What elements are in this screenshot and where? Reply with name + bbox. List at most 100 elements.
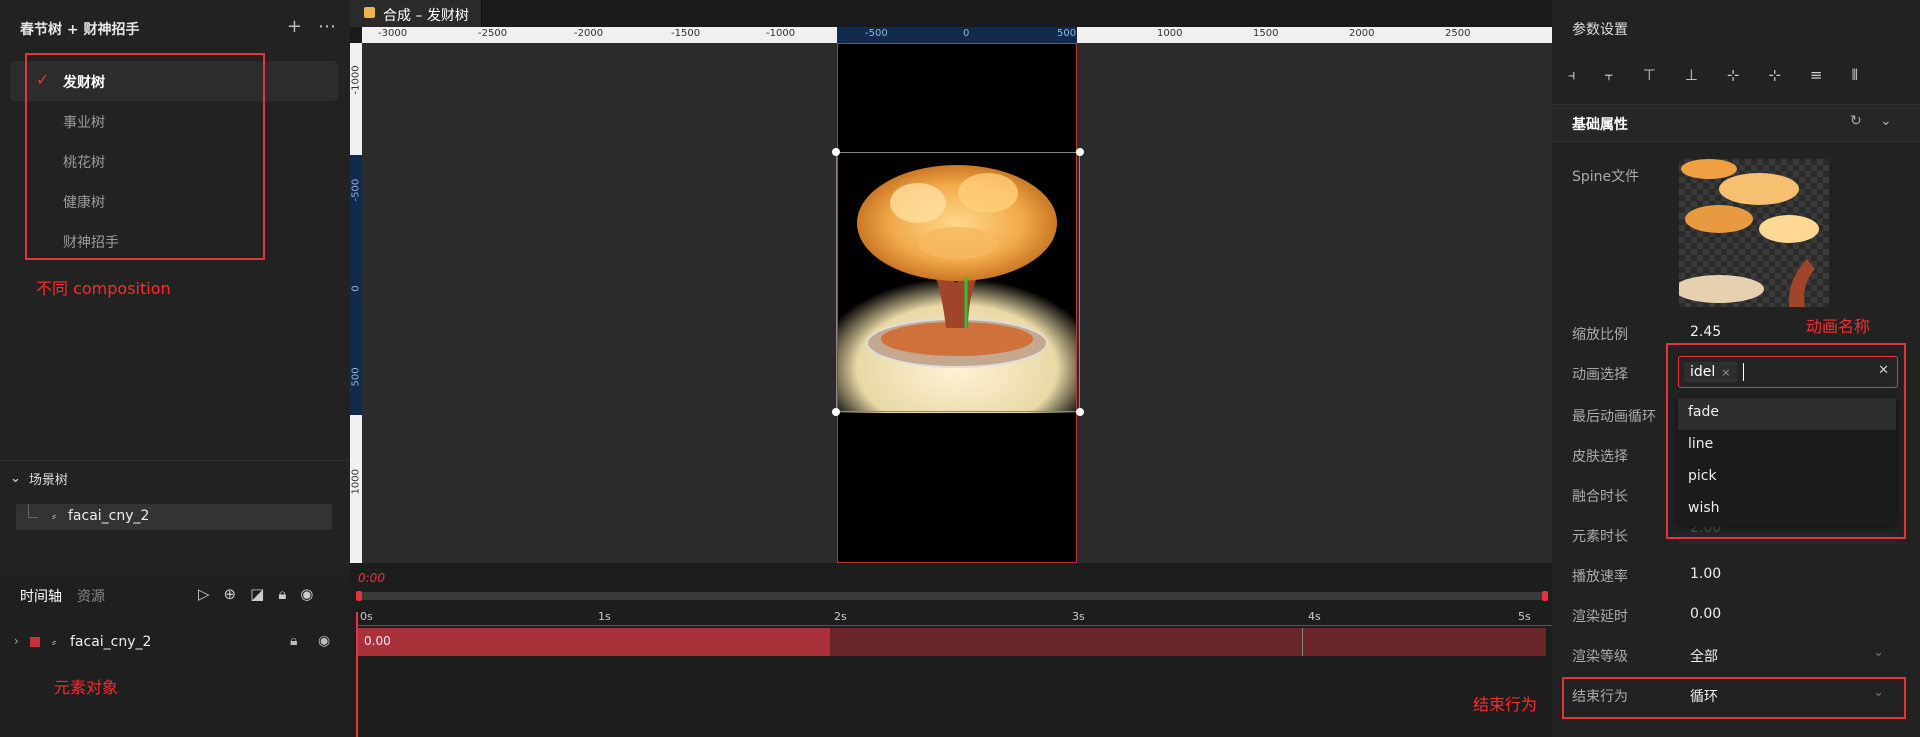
- add-icon[interactable]: +: [287, 18, 302, 36]
- editor-tab-bar: 合成 – 发财树: [350, 0, 1552, 27]
- tree-connector: [28, 504, 38, 518]
- annotation-note-end-behavior: 结束行为: [1473, 695, 1538, 714]
- properties-title: 参数设置: [1572, 22, 1628, 38]
- resize-handle[interactable]: [1076, 408, 1084, 416]
- section-basic-properties[interactable]: 基础属性 ↻ ⌄: [1552, 104, 1920, 142]
- composition-header-actions: + ⋯: [287, 18, 336, 36]
- chevron-right-icon[interactable]: ›: [14, 634, 19, 648]
- time-ruler[interactable]: 0s 1s 2s 3s 4s 5s: [356, 610, 1552, 626]
- playback-speed-value[interactable]: 1.00: [1690, 566, 1721, 582]
- spine-atlas-preview: [1679, 159, 1819, 307]
- skin-select-label: 皮肤选择: [1572, 449, 1628, 465]
- track-clip[interactable]: 0.00: [358, 628, 1546, 656]
- time-mark: 1s: [598, 610, 611, 623]
- track-divider: [1302, 628, 1303, 656]
- time-mark: 3s: [1072, 610, 1085, 623]
- distribute-v-icon[interactable]: ≡: [1810, 66, 1823, 84]
- scrubber-end-handle[interactable]: [1542, 591, 1548, 601]
- selection-box[interactable]: [832, 148, 1084, 416]
- scale-value[interactable]: 2.45: [1690, 324, 1721, 340]
- annotation-box-animation: [1666, 343, 1906, 539]
- ruler-tick: -500: [865, 28, 888, 39]
- align-center-v-icon[interactable]: ⊹: [1727, 66, 1740, 84]
- chevron-down-icon: ⌄: [10, 471, 21, 486]
- resize-handle[interactable]: [832, 148, 840, 156]
- ruler-tick: 0: [350, 285, 362, 292]
- align-bottom-icon[interactable]: ⊥: [1685, 66, 1698, 84]
- mask-icon[interactable]: ◪: [250, 585, 264, 603]
- add-circle-icon[interactable]: ⊕: [224, 585, 237, 603]
- composition-panel: 春节树 + 财神招手 + ⋯ ✓ 发财树 事业树 桃花树 健康树 财神招手 不同…: [0, 0, 350, 460]
- align-right-icon[interactable]: ⫟: [1605, 66, 1614, 84]
- layer-row[interactable]: › ⸗ facai_cny_2 🔒︎ ◉: [0, 628, 350, 658]
- scene-tree-title: 场景树: [28, 473, 68, 488]
- lock-icon[interactable]: 🔒︎: [278, 585, 286, 603]
- annotation-box-compositions: [25, 53, 265, 260]
- properties-panel: 参数设置 ⫞ ⫟ ⊤ ⊥ ⊹ ⊹ ≡ ⦀ 基础属性 ↻ ⌄ Spine文件 缩放…: [1552, 0, 1920, 737]
- spine-file-label: Spine文件: [1572, 169, 1640, 185]
- ruler-tick: -2000: [574, 28, 604, 39]
- tab-assets[interactable]: 资源: [77, 586, 105, 606]
- section-title: 基础属性: [1572, 117, 1628, 133]
- play-icon[interactable]: ▷: [198, 585, 210, 603]
- current-time: 0:00: [358, 571, 385, 585]
- tab-composition[interactable]: 合成 – 发财树: [350, 0, 482, 27]
- timeline-scrubber[interactable]: [356, 591, 1548, 601]
- distribute-h-icon[interactable]: ⦀: [1852, 66, 1859, 84]
- ruler-tick: -1500: [671, 28, 701, 39]
- ruler-highlight-horizontal: -500 0 500: [837, 27, 1077, 43]
- resize-handle[interactable]: [1076, 148, 1084, 156]
- time-mark: 2s: [834, 610, 847, 623]
- render-level-select[interactable]: 全部 ⌄: [1678, 640, 1898, 670]
- blend-duration-label: 融合时长: [1572, 489, 1628, 505]
- ruler-tick: -1000: [766, 28, 796, 39]
- scene-tree-panel: ⌄ 场景树 ⸗ facai_cny_2: [0, 460, 350, 563]
- last-loop-label: 最后动画循环: [1572, 409, 1656, 425]
- align-toolbar: ⫞ ⫟ ⊤ ⊥ ⊹ ⊹ ≡ ⦀: [1568, 66, 1858, 84]
- clip-value: 0.00: [364, 634, 391, 648]
- render-level-label: 渲染等级: [1572, 649, 1628, 665]
- resize-handle[interactable]: [832, 408, 840, 416]
- left-panel: 春节树 + 财神招手 + ⋯ ✓ 发财树 事业树 桃花树 健康树 财神招手 不同…: [0, 0, 350, 737]
- element-duration-label: 元素时长: [1572, 529, 1628, 545]
- scale-label: 缩放比例: [1572, 327, 1628, 343]
- timeline-panel: 0:00 0s 1s 2s 3s 4s 5s 0.00 结束行为: [350, 563, 1552, 737]
- ruler-tick: -500: [350, 178, 362, 202]
- layer-name: facai_cny_2: [70, 634, 152, 650]
- animation-select-label: 动画选择: [1572, 367, 1628, 383]
- playhead[interactable]: [356, 612, 358, 737]
- ruler-tick: -1000: [350, 65, 362, 95]
- ruler-tick: 0: [963, 28, 970, 39]
- spine-file-thumbnail[interactable]: [1679, 159, 1829, 307]
- lock-icon[interactable]: 🔒︎: [290, 633, 297, 649]
- bone-icon: ⸗: [52, 635, 56, 649]
- ruler-tick: 2000: [1349, 28, 1375, 39]
- tab-timeline[interactable]: 时间轴: [20, 586, 62, 606]
- scene-tree-header[interactable]: ⌄ 场景树: [10, 469, 68, 488]
- timeline-toolbar: ▷ ⊕ ◪ 🔒︎ ◉: [198, 585, 313, 603]
- align-center-h-icon[interactable]: ⊹: [1768, 66, 1781, 84]
- scrubber-start-handle[interactable]: [356, 591, 362, 601]
- ruler-tick: 500: [1057, 28, 1077, 39]
- ruler-tick: 500: [350, 367, 362, 387]
- time-mark: 5s: [1518, 610, 1531, 623]
- render-delay-value[interactable]: 0.00: [1690, 606, 1721, 622]
- align-left-icon[interactable]: ⫞: [1568, 66, 1576, 84]
- scene-tree-item[interactable]: ⸗ facai_cny_2: [16, 504, 332, 530]
- ruler-tick: 1000: [1157, 28, 1183, 39]
- ruler-horizontal-right: 1000 1500 2000 2500: [1077, 27, 1552, 43]
- render-delay-label: 渲染延时: [1572, 609, 1628, 625]
- render-level-value: 全部: [1690, 649, 1718, 665]
- layer-color-icon: [30, 637, 40, 647]
- chevron-down-icon[interactable]: ⌄: [1880, 113, 1892, 129]
- ruler-tick: 1500: [1253, 28, 1279, 39]
- annotation-note-compositions: 不同 composition: [36, 279, 171, 298]
- annotation-note-element: 元素对象: [54, 678, 119, 697]
- more-icon[interactable]: ⋯: [318, 18, 336, 36]
- ruler-tick: 1000: [350, 469, 362, 495]
- eye-icon[interactable]: ◉: [300, 585, 313, 603]
- reset-icon[interactable]: ↻: [1850, 113, 1862, 129]
- eye-icon[interactable]: ◉: [318, 633, 330, 649]
- playback-speed-label: 播放速率: [1572, 569, 1628, 585]
- align-top-icon[interactable]: ⊤: [1643, 66, 1656, 84]
